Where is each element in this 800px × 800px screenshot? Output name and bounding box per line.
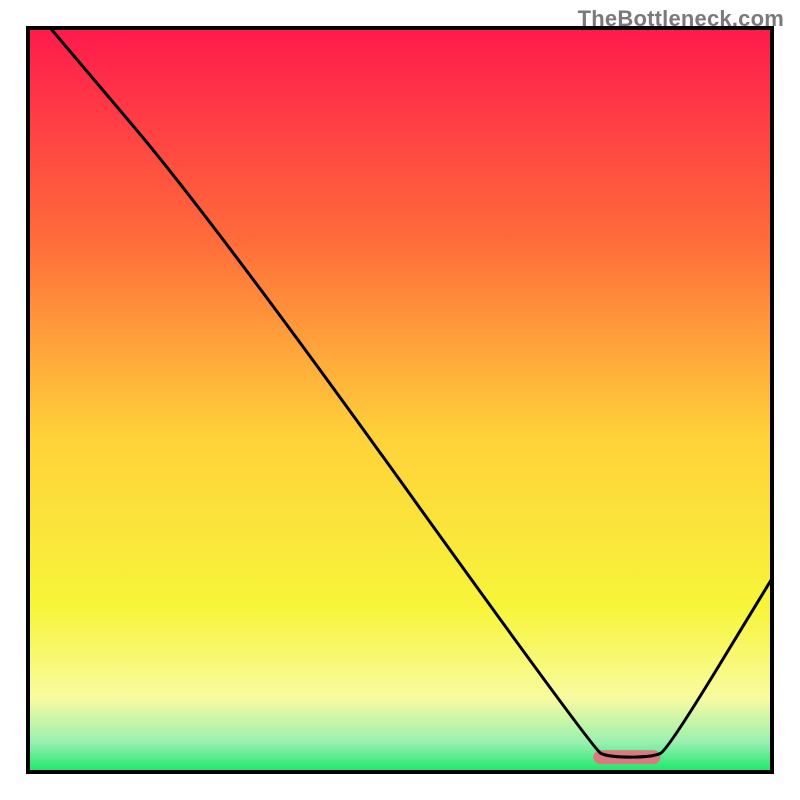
watermark-text: TheBottleneck.com bbox=[578, 6, 784, 32]
chart-background bbox=[28, 28, 772, 772]
bottleneck-chart: TheBottleneck.com bbox=[0, 0, 800, 800]
chart-svg bbox=[0, 0, 800, 800]
